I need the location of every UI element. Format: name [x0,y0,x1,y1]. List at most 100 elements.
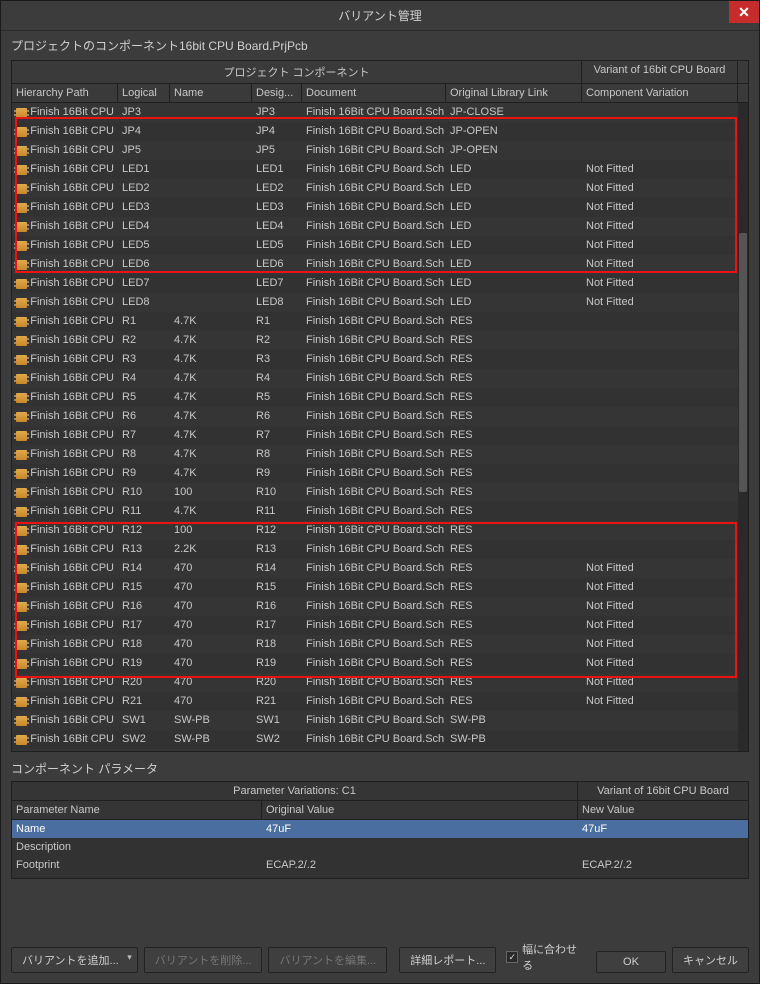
cell-name: 100 [170,521,252,540]
add-variant-button[interactable]: バリアントを追加... [11,947,138,973]
cell-logical: LED3 [118,198,170,217]
detailed-report-button[interactable]: 詳細レポート... [399,947,496,973]
cell-original-library-link: LED [446,217,582,236]
table-row[interactable]: Finish 16Bit CPULED5LED5Finish 16Bit CPU… [12,236,748,255]
table-row[interactable]: Finish 16Bit CPULED2LED2Finish 16Bit CPU… [12,179,748,198]
vertical-scrollbar[interactable] [738,103,748,751]
table-row[interactable]: Finish 16Bit CPUR14470R14Finish 16Bit CP… [12,559,748,578]
table-row[interactable]: Finish 16Bit CPUJP3JP3Finish 16Bit CPU B… [12,103,748,122]
cell-designator: R14 [252,559,302,578]
table-row[interactable]: Finish 16Bit CPUR114.7KR11Finish 16Bit C… [12,502,748,521]
cell-hierarchy: Finish 16Bit CPU [12,616,118,635]
table-row[interactable]: Finish 16Bit CPUR20470R20Finish 16Bit CP… [12,673,748,692]
table-row[interactable]: Finish 16Bit CPUR84.7KR8Finish 16Bit CPU… [12,445,748,464]
grid-rows[interactable]: Finish 16Bit CPUJP3JP3Finish 16Bit CPU B… [12,103,748,751]
component-icon [16,716,27,726]
delete-variant-button[interactable]: バリアントを削除... [144,947,263,973]
fit-width-checkbox[interactable]: ✓ 幅に合わせる [506,941,586,973]
table-row[interactable]: Finish 16Bit CPUR10100R10Finish 16Bit CP… [12,483,748,502]
table-row[interactable]: Finish 16Bit CPUR21470R21Finish 16Bit CP… [12,692,748,711]
param-band-row: Parameter Variations: C1 Variant of 16bi… [12,782,748,801]
table-row[interactable]: Finish 16Bit CPUR18470R18Finish 16Bit CP… [12,635,748,654]
cell-logical: R17 [118,616,170,635]
edit-variant-button[interactable]: バリアントを編集... [268,947,387,973]
table-row[interactable]: Finish 16Bit CPUR54.7KR5Finish 16Bit CPU… [12,388,748,407]
table-row[interactable]: Finish 16Bit CPUR94.7KR9Finish 16Bit CPU… [12,464,748,483]
cell-logical: R12 [118,521,170,540]
table-row[interactable]: Finish 16Bit CPUR19470R19Finish 16Bit CP… [12,654,748,673]
table-row[interactable]: Finish 16Bit CPULED3LED3Finish 16Bit CPU… [12,198,748,217]
cell-designator: R21 [252,692,302,711]
table-row[interactable]: Finish 16Bit CPUR132.2KR13Finish 16Bit C… [12,540,748,559]
cell-designator: SW2 [252,730,302,749]
table-row[interactable]: Finish 16Bit CPUR14.7KR1Finish 16Bit CPU… [12,312,748,331]
cell-component-variation [582,483,738,502]
param-row[interactable]: Description [12,838,748,856]
col-document[interactable]: Document [302,84,446,102]
cell-original-library-link: RES [446,616,582,635]
cell-designator: R18 [252,635,302,654]
table-row[interactable]: Finish 16Bit CPUJP4JP4Finish 16Bit CPU B… [12,122,748,141]
cell-document: Finish 16Bit CPU Board.Sch [302,274,446,293]
component-icon [16,203,27,213]
table-row[interactable]: Finish 16Bit CPUR16470R16Finish 16Bit CP… [12,597,748,616]
table-row[interactable]: Finish 16Bit CPUR44.7KR4Finish 16Bit CPU… [12,369,748,388]
ok-button[interactable]: OK [596,951,666,973]
table-row[interactable]: Finish 16Bit CPUR17470R17Finish 16Bit CP… [12,616,748,635]
pcell-name: Footprint [12,856,262,874]
table-row[interactable]: Finish 16Bit CPUR12100R12Finish 16Bit CP… [12,521,748,540]
cell-name: 4.7K [170,388,252,407]
cell-component-variation: Not Fitted [582,274,738,293]
component-icon [16,127,27,137]
table-row[interactable]: Finish 16Bit CPULED8LED8Finish 16Bit CPU… [12,293,748,312]
col-hierarchy-path[interactable]: Hierarchy Path [12,84,118,102]
cell-hierarchy: Finish 16Bit CPU [12,160,118,179]
cell-logical: LED6 [118,255,170,274]
close-button[interactable]: ✕ [729,1,759,23]
param-column-headers[interactable]: Parameter Name Original Value New Value [12,801,748,820]
cell-component-variation: Not Fitted [582,179,738,198]
cell-document: Finish 16Bit CPU Board.Sch [302,236,446,255]
table-row[interactable]: Finish 16Bit CPUR15470R15Finish 16Bit CP… [12,578,748,597]
table-row[interactable]: Finish 16Bit CPUSW1SW-PBSW1Finish 16Bit … [12,711,748,730]
component-icon [16,393,27,403]
cell-original-library-link: RES [446,369,582,388]
table-row[interactable]: Finish 16Bit CPUSW2SW-PBSW2Finish 16Bit … [12,730,748,749]
cell-component-variation: Not Fitted [582,673,738,692]
table-row[interactable]: Finish 16Bit CPUR24.7KR2Finish 16Bit CPU… [12,331,748,350]
cell-logical: R7 [118,426,170,445]
param-row[interactable]: FootprintECAP.2/.2ECAP.2/.2 [12,856,748,874]
col-component-variation[interactable]: Component Variation [582,84,738,102]
cancel-button[interactable]: キャンセル [672,947,749,973]
col-designator[interactable]: Desig... [252,84,302,102]
cell-logical: R9 [118,464,170,483]
pcol-new-value[interactable]: New Value [578,801,748,819]
pcol-original-value[interactable]: Original Value [262,801,578,819]
grid-column-headers[interactable]: Hierarchy Path Logical Name Desig... Doc… [12,84,748,103]
pcol-parameter-name[interactable]: Parameter Name [12,801,262,819]
table-row[interactable]: Finish 16Bit CPUU1M3062FGAFPU1Finish 16B… [12,749,748,751]
cell-hierarchy: Finish 16Bit CPU [12,483,118,502]
col-original-library-link[interactable]: Original Library Link [446,84,582,102]
component-icon [16,222,27,232]
col-name[interactable]: Name [170,84,252,102]
table-row[interactable]: Finish 16Bit CPUR74.7KR7Finish 16Bit CPU… [12,426,748,445]
cell-component-variation [582,369,738,388]
table-row[interactable]: Finish 16Bit CPULED7LED7Finish 16Bit CPU… [12,274,748,293]
table-row[interactable]: Finish 16Bit CPULED6LED6Finish 16Bit CPU… [12,255,748,274]
component-icon [16,697,27,707]
pcell-new [578,838,748,856]
cell-hierarchy: Finish 16Bit CPU [12,255,118,274]
table-row[interactable]: Finish 16Bit CPUR34.7KR3Finish 16Bit CPU… [12,350,748,369]
table-row[interactable]: Finish 16Bit CPUJP5JP5Finish 16Bit CPU B… [12,141,748,160]
param-rows[interactable]: Name47uF47uFDescriptionFootprintECAP.2/.… [12,820,748,878]
param-row[interactable]: Name47uF47uF [12,820,748,838]
cell-logical: LED5 [118,236,170,255]
table-row[interactable]: Finish 16Bit CPUR64.7KR6Finish 16Bit CPU… [12,407,748,426]
scrollbar-thumb[interactable] [739,233,747,492]
col-logical[interactable]: Logical [118,84,170,102]
cell-original-library-link: SW-PB [446,711,582,730]
table-row[interactable]: Finish 16Bit CPULED1LED1Finish 16Bit CPU… [12,160,748,179]
cell-component-variation: Not Fitted [582,654,738,673]
table-row[interactable]: Finish 16Bit CPULED4LED4Finish 16Bit CPU… [12,217,748,236]
